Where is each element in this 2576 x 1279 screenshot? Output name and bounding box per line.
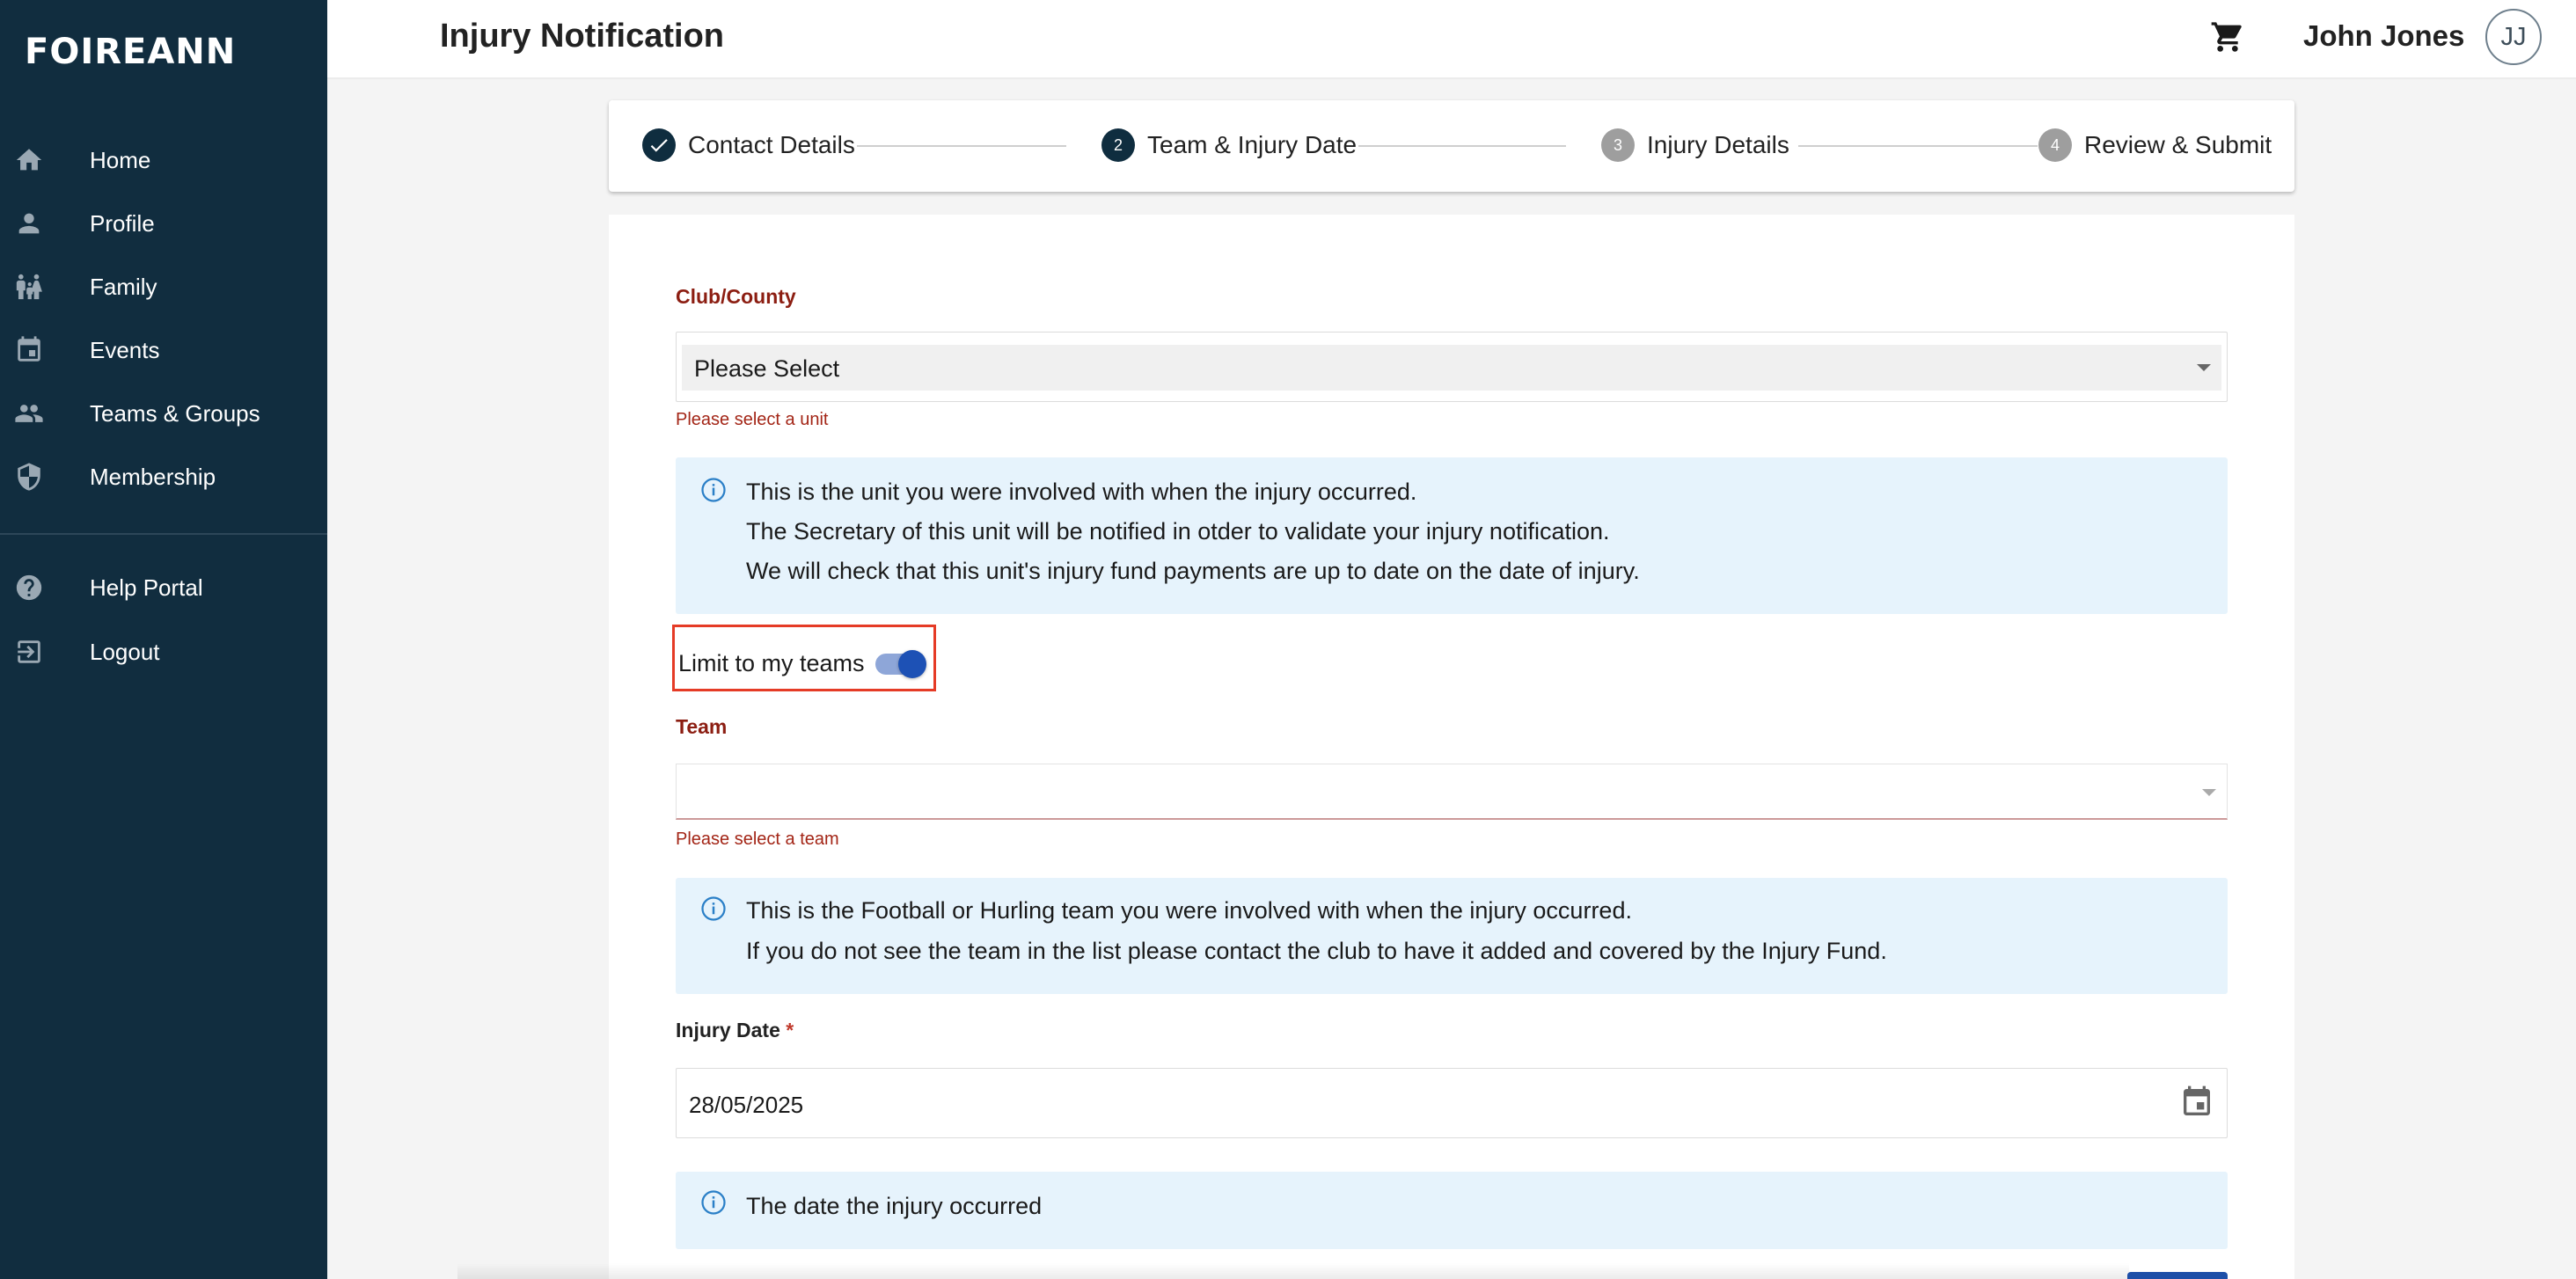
group-icon bbox=[14, 398, 44, 428]
step-team-injury-date[interactable]: 2 Team & Injury Date bbox=[1101, 128, 1357, 162]
injury-date-input[interactable]: 28/05/2025 bbox=[676, 1068, 2228, 1138]
step-connector bbox=[1358, 145, 1566, 147]
sidebar-item-label: Logout bbox=[90, 638, 160, 665]
info-text: This is the Football or Hurling team you… bbox=[746, 897, 1632, 924]
injury-date-value: 28/05/2025 bbox=[689, 1092, 804, 1118]
chevron-down-icon bbox=[2197, 364, 2211, 371]
step-label: Contact Details bbox=[688, 131, 855, 158]
sidebar-item-events[interactable]: Events bbox=[0, 324, 327, 376]
step-connector bbox=[857, 145, 1066, 147]
top-header: Injury Notification John Jones JJ bbox=[327, 0, 2576, 79]
info-text: The Secretary of this unit will be notif… bbox=[746, 518, 1610, 544]
cart-icon[interactable] bbox=[2210, 19, 2245, 55]
sidebar-item-family[interactable]: Family bbox=[0, 260, 327, 313]
shield-icon bbox=[14, 462, 44, 492]
info-icon bbox=[700, 895, 727, 922]
sidebar-item-home[interactable]: Home bbox=[0, 134, 327, 186]
sidebar-item-logout[interactable]: Logout bbox=[0, 625, 327, 678]
info-text: This is the unit you were involved with … bbox=[746, 479, 1417, 505]
club-county-select-inner: Please Select bbox=[682, 345, 2221, 391]
step-review-submit[interactable]: 4 Review & Submit bbox=[2038, 128, 2272, 162]
next-button[interactable] bbox=[2127, 1272, 2228, 1279]
info-text: We will check that this unit's injury fu… bbox=[746, 558, 1640, 584]
limit-to-my-teams-label: Limit to my teams bbox=[678, 650, 865, 676]
required-marker: * bbox=[786, 1019, 794, 1041]
sidebar: FOIREANN Home Profile Family Events Team… bbox=[0, 0, 327, 1279]
check-icon bbox=[642, 128, 676, 162]
limit-to-my-teams-toggle[interactable] bbox=[875, 648, 930, 678]
app-logo[interactable]: FOIREANN bbox=[25, 32, 236, 72]
club-county-select[interactable]: Please Select bbox=[676, 332, 2228, 402]
progress-stepper: Contact Details 2 Team & Injury Date 3 I… bbox=[609, 100, 2294, 192]
home-icon bbox=[14, 145, 44, 175]
sidebar-divider bbox=[0, 533, 327, 535]
info-icon bbox=[700, 1189, 727, 1216]
club-county-value: Please Select bbox=[694, 355, 840, 382]
team-label: Team bbox=[676, 715, 728, 738]
info-icon bbox=[700, 477, 727, 503]
logout-icon bbox=[14, 637, 44, 667]
avatar[interactable]: JJ bbox=[2485, 9, 2542, 65]
injury-date-label-text: Injury Date bbox=[676, 1019, 780, 1041]
step-injury-details[interactable]: 3 Injury Details bbox=[1601, 128, 1789, 162]
sidebar-item-label: Events bbox=[90, 336, 160, 363]
family-icon bbox=[14, 272, 44, 302]
sidebar-item-label: Teams & Groups bbox=[90, 399, 260, 427]
calendar-icon[interactable] bbox=[2179, 1085, 2214, 1120]
sidebar-item-membership[interactable]: Membership bbox=[0, 450, 327, 503]
step-number: 4 bbox=[2038, 128, 2072, 162]
team-select[interactable] bbox=[676, 764, 2228, 820]
step-number: 3 bbox=[1601, 128, 1635, 162]
sidebar-item-label: Profile bbox=[90, 209, 155, 237]
sidebar-item-teams-groups[interactable]: Teams & Groups bbox=[0, 387, 327, 440]
step-label: Team & Injury Date bbox=[1147, 131, 1358, 158]
club-county-label: Club/County bbox=[676, 285, 796, 308]
sidebar-item-label: Family bbox=[90, 273, 157, 300]
club-county-error: Please select a unit bbox=[676, 410, 829, 429]
user-name[interactable]: John Jones bbox=[2303, 19, 2464, 53]
page-title: Injury Notification bbox=[440, 18, 724, 55]
step-connector bbox=[1798, 145, 2038, 147]
help-icon bbox=[14, 573, 44, 603]
sidebar-item-profile[interactable]: Profile bbox=[0, 197, 327, 250]
team-error: Please select a team bbox=[676, 830, 839, 849]
step-contact-details[interactable]: Contact Details bbox=[642, 128, 855, 162]
bottom-shadow bbox=[457, 1263, 2129, 1279]
step-label: Review & Submit bbox=[2084, 131, 2272, 158]
chevron-down-icon bbox=[2202, 789, 2216, 796]
calendar-icon bbox=[14, 335, 44, 365]
toggle-thumb bbox=[898, 650, 926, 678]
sidebar-item-label: Membership bbox=[90, 463, 216, 490]
sidebar-item-label: Help Portal bbox=[90, 574, 203, 601]
sidebar-item-help-portal[interactable]: Help Portal bbox=[0, 561, 327, 614]
sidebar-item-label: Home bbox=[90, 146, 151, 173]
team-info: This is the Football or Hurling team you… bbox=[676, 878, 2228, 994]
limit-to-my-teams-highlight: Limit to my teams bbox=[672, 625, 936, 691]
injury-date-info: The date the injury occurred bbox=[676, 1172, 2228, 1249]
info-text: The date the injury occurred bbox=[746, 1193, 1043, 1219]
club-county-info: This is the unit you were involved with … bbox=[676, 457, 2228, 614]
person-icon bbox=[14, 208, 44, 238]
step-label: Injury Details bbox=[1647, 131, 1789, 158]
info-text: If you do not see the team in the list p… bbox=[746, 938, 1887, 964]
step-number: 2 bbox=[1101, 128, 1135, 162]
injury-date-label: Injury Date * bbox=[676, 1019, 794, 1042]
